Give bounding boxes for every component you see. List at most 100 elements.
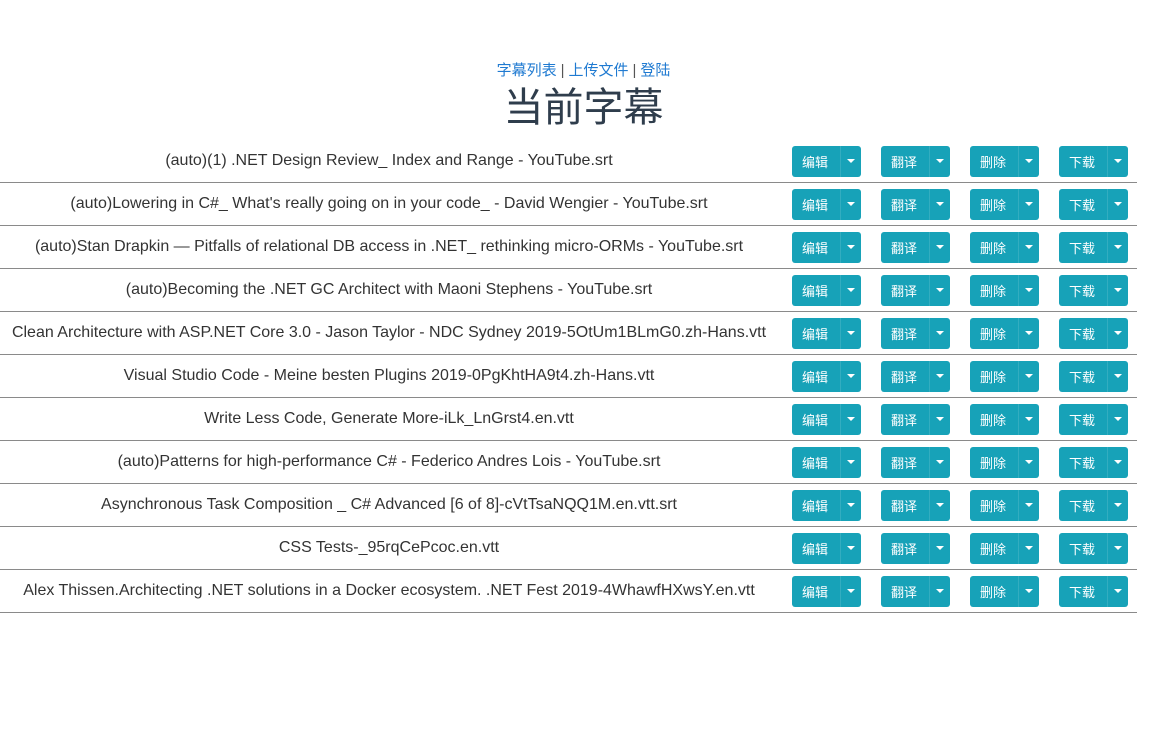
edit-dropdown-button[interactable]: 编辑 (792, 575, 861, 607)
translate-button-label[interactable]: 翻译 (881, 447, 929, 478)
edit-button-label[interactable]: 编辑 (792, 318, 840, 349)
translate-dropdown-button[interactable]: 翻译 (881, 489, 950, 521)
delete-button-label[interactable]: 删除 (970, 404, 1018, 435)
download-dropdown-button[interactable]: 下载 (1059, 231, 1128, 263)
edit-dropdown-button[interactable]: 编辑 (792, 403, 861, 435)
dropdown-toggle[interactable] (1018, 403, 1039, 435)
dropdown-toggle[interactable] (840, 446, 861, 478)
download-button-label[interactable]: 下载 (1059, 146, 1107, 177)
translate-dropdown-button[interactable]: 翻译 (881, 188, 950, 220)
dropdown-toggle[interactable] (1018, 231, 1039, 263)
download-dropdown-button[interactable]: 下载 (1059, 360, 1128, 392)
edit-dropdown-button[interactable]: 编辑 (792, 231, 861, 263)
translate-dropdown-button[interactable]: 翻译 (881, 575, 950, 607)
delete-dropdown-button[interactable]: 删除 (970, 274, 1039, 306)
delete-dropdown-button[interactable]: 删除 (970, 446, 1039, 478)
dropdown-toggle[interactable] (1107, 532, 1128, 564)
edit-dropdown-button[interactable]: 编辑 (792, 489, 861, 521)
delete-button-label[interactable]: 删除 (970, 361, 1018, 392)
edit-button-label[interactable]: 编辑 (792, 361, 840, 392)
download-dropdown-button[interactable]: 下载 (1059, 446, 1128, 478)
translate-dropdown-button[interactable]: 翻译 (881, 360, 950, 392)
delete-button-label[interactable]: 删除 (970, 533, 1018, 564)
translate-dropdown-button[interactable]: 翻译 (881, 317, 950, 349)
edit-button-label[interactable]: 编辑 (792, 533, 840, 564)
dropdown-toggle[interactable] (929, 403, 950, 435)
delete-button-label[interactable]: 删除 (970, 275, 1018, 306)
translate-button-label[interactable]: 翻译 (881, 404, 929, 435)
translate-button-label[interactable]: 翻译 (881, 318, 929, 349)
dropdown-toggle[interactable] (1018, 532, 1039, 564)
download-button-label[interactable]: 下载 (1059, 318, 1107, 349)
dropdown-toggle[interactable] (1018, 188, 1039, 220)
delete-button-label[interactable]: 删除 (970, 146, 1018, 177)
dropdown-toggle[interactable] (929, 231, 950, 263)
dropdown-toggle[interactable] (1107, 360, 1128, 392)
dropdown-toggle[interactable] (840, 575, 861, 607)
download-button-label[interactable]: 下载 (1059, 576, 1107, 607)
delete-dropdown-button[interactable]: 删除 (970, 231, 1039, 263)
dropdown-toggle[interactable] (929, 446, 950, 478)
dropdown-toggle[interactable] (1107, 489, 1128, 521)
dropdown-toggle[interactable] (840, 532, 861, 564)
delete-button-label[interactable]: 删除 (970, 576, 1018, 607)
dropdown-toggle[interactable] (840, 274, 861, 306)
download-dropdown-button[interactable]: 下载 (1059, 317, 1128, 349)
dropdown-toggle[interactable] (840, 145, 861, 177)
delete-button-label[interactable]: 删除 (970, 318, 1018, 349)
edit-button-label[interactable]: 编辑 (792, 490, 840, 521)
translate-dropdown-button[interactable]: 翻译 (881, 403, 950, 435)
translate-button-label[interactable]: 翻译 (881, 232, 929, 263)
translate-button-label[interactable]: 翻译 (881, 533, 929, 564)
edit-button-label[interactable]: 编辑 (792, 146, 840, 177)
download-dropdown-button[interactable]: 下载 (1059, 575, 1128, 607)
delete-button-label[interactable]: 删除 (970, 232, 1018, 263)
dropdown-toggle[interactable] (929, 145, 950, 177)
download-button-label[interactable]: 下载 (1059, 447, 1107, 478)
dropdown-toggle[interactable] (840, 489, 861, 521)
dropdown-toggle[interactable] (929, 489, 950, 521)
edit-dropdown-button[interactable]: 编辑 (792, 274, 861, 306)
dropdown-toggle[interactable] (840, 188, 861, 220)
delete-dropdown-button[interactable]: 删除 (970, 188, 1039, 220)
edit-dropdown-button[interactable]: 编辑 (792, 446, 861, 478)
dropdown-toggle[interactable] (1107, 274, 1128, 306)
dropdown-toggle[interactable] (929, 317, 950, 349)
delete-dropdown-button[interactable]: 删除 (970, 360, 1039, 392)
dropdown-toggle[interactable] (1018, 575, 1039, 607)
translate-button-label[interactable]: 翻译 (881, 189, 929, 220)
download-button-label[interactable]: 下载 (1059, 232, 1107, 263)
delete-dropdown-button[interactable]: 删除 (970, 145, 1039, 177)
delete-button-label[interactable]: 删除 (970, 490, 1018, 521)
translate-button-label[interactable]: 翻译 (881, 576, 929, 607)
dropdown-toggle[interactable] (1107, 446, 1128, 478)
dropdown-toggle[interactable] (1107, 317, 1128, 349)
translate-dropdown-button[interactable]: 翻译 (881, 532, 950, 564)
dropdown-toggle[interactable] (1018, 360, 1039, 392)
download-button-label[interactable]: 下载 (1059, 490, 1107, 521)
translate-button-label[interactable]: 翻译 (881, 361, 929, 392)
delete-button-label[interactable]: 删除 (970, 447, 1018, 478)
download-dropdown-button[interactable]: 下载 (1059, 532, 1128, 564)
download-button-label[interactable]: 下载 (1059, 533, 1107, 564)
delete-dropdown-button[interactable]: 删除 (970, 532, 1039, 564)
download-button-label[interactable]: 下载 (1059, 189, 1107, 220)
download-button-label[interactable]: 下载 (1059, 404, 1107, 435)
nav-link-subtitle-list[interactable]: 字幕列表 (497, 62, 557, 79)
download-dropdown-button[interactable]: 下载 (1059, 188, 1128, 220)
nav-link-login[interactable]: 登陆 (640, 62, 670, 79)
edit-button-label[interactable]: 编辑 (792, 275, 840, 306)
dropdown-toggle[interactable] (929, 575, 950, 607)
edit-dropdown-button[interactable]: 编辑 (792, 360, 861, 392)
edit-button-label[interactable]: 编辑 (792, 404, 840, 435)
delete-dropdown-button[interactable]: 删除 (970, 489, 1039, 521)
dropdown-toggle[interactable] (1018, 446, 1039, 478)
edit-button-label[interactable]: 编辑 (792, 232, 840, 263)
download-dropdown-button[interactable]: 下载 (1059, 145, 1128, 177)
dropdown-toggle[interactable] (840, 403, 861, 435)
edit-dropdown-button[interactable]: 编辑 (792, 188, 861, 220)
edit-button-label[interactable]: 编辑 (792, 189, 840, 220)
download-dropdown-button[interactable]: 下载 (1059, 403, 1128, 435)
dropdown-toggle[interactable] (1018, 317, 1039, 349)
edit-dropdown-button[interactable]: 编辑 (792, 145, 861, 177)
